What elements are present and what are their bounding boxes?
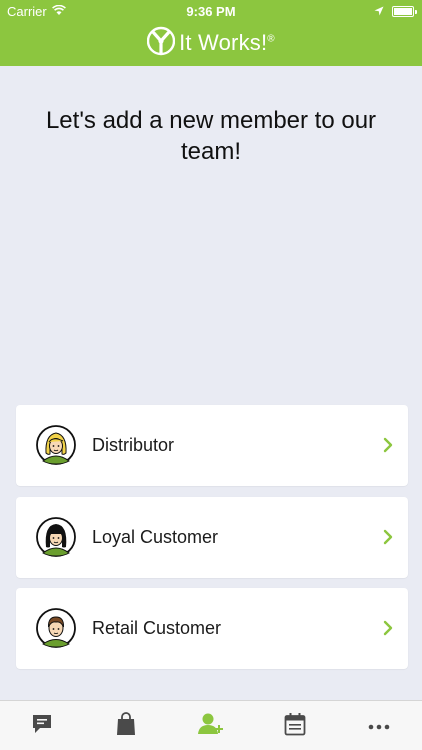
brand-name: It Works!® (179, 30, 275, 56)
distributor-label: Distributor (92, 435, 175, 455)
chat-icon (31, 713, 53, 740)
loyal-customer-label: Loyal Customer (92, 527, 219, 547)
shopping-bag-icon (116, 711, 136, 741)
dark-hair-woman-avatar-icon (36, 517, 76, 557)
tab-shop[interactable] (111, 711, 141, 741)
tab-chat[interactable] (27, 711, 57, 741)
status-right (374, 4, 417, 19)
brand-name-text: It Works! (179, 30, 268, 55)
more-icon (368, 717, 390, 735)
man-avatar-icon (36, 608, 76, 648)
page-title: Let's add a new member to our team! (45, 107, 377, 165)
tab-more[interactable] (364, 711, 394, 741)
status-time: 9:36 PM (186, 4, 236, 19)
add-member-icon (197, 712, 225, 741)
battery-icon (392, 6, 417, 17)
location-arrow-icon (374, 4, 384, 19)
tab-add-member[interactable] (196, 711, 226, 741)
brand: It Works!® (0, 26, 422, 60)
tab-calendar[interactable] (280, 711, 310, 741)
chevron-right-icon (382, 437, 394, 453)
status-bar: Carrier 9:36 PM (0, 0, 422, 22)
top-bar: Carrier 9:36 PM It Works!® (0, 0, 422, 66)
blonde-woman-avatar-icon (36, 425, 76, 465)
it-works-logo-icon (146, 26, 176, 61)
chevron-right-icon (382, 529, 394, 545)
distributor-option[interactable]: Distributor (16, 405, 408, 486)
loyal-customer-option[interactable]: Loyal Customer (16, 497, 408, 578)
registered-mark: ® (267, 33, 275, 45)
calendar-icon (284, 712, 306, 741)
tab-bar (0, 700, 422, 750)
chevron-right-icon (382, 620, 394, 636)
retail-customer-label: Retail Customer (92, 618, 222, 638)
retail-customer-option[interactable]: Retail Customer (16, 588, 408, 669)
